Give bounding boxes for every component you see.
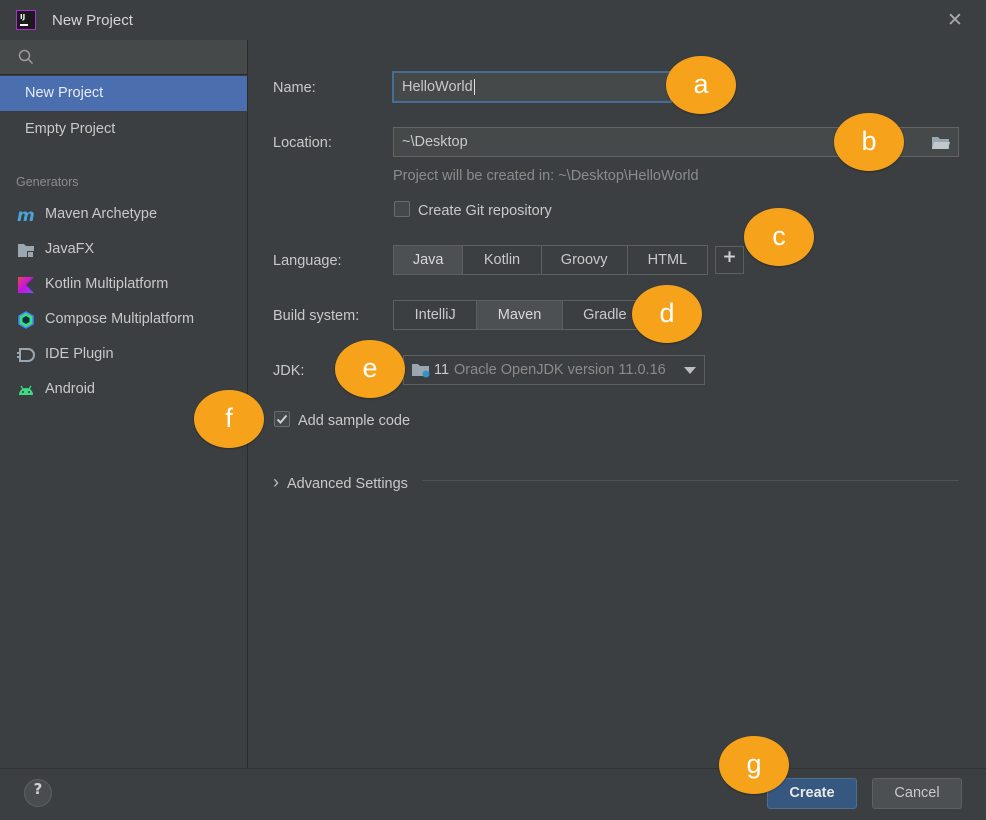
advanced-settings-toggle[interactable]: › Advanced Settings [273,472,408,493]
advanced-settings-label: Advanced Settings [287,476,408,492]
sidebar-item-label: Empty Project [25,121,116,137]
generator-kotlin-multiplatform[interactable]: Kotlin Multiplatform [0,267,247,302]
annotation-marker-f: f [194,390,264,448]
generator-maven-archetype[interactable]: m Maven Archetype [0,197,247,232]
build-option-maven[interactable]: Maven [477,301,563,329]
divider [422,480,959,481]
language-label: Language: [273,253,342,269]
sidebar-item-new-project[interactable]: New Project [0,76,247,111]
annotation-marker-b: b [834,113,904,171]
jdk-label: JDK: [273,363,305,379]
generator-compose-multiplatform[interactable]: Compose Multiplatform [0,302,247,337]
search-input[interactable] [0,40,247,75]
git-checkbox-label[interactable]: Create Git repository [418,203,552,219]
annotation-marker-a: a [666,56,736,114]
generators-header: Generators [16,175,79,189]
sample-code-label[interactable]: Add sample code [298,413,410,429]
maven-icon: m [17,206,35,224]
jdk-description: Oracle OpenJDK version 11.0.16 [454,362,666,378]
annotation-marker-c: c [744,208,814,266]
generator-label: IDE Plugin [45,346,114,362]
jdk-version: 11 [434,362,450,378]
help-button[interactable]: ? [24,779,52,807]
android-icon [19,385,33,395]
search-icon [18,49,34,65]
generator-ide-plugin[interactable]: IDE Plugin [0,337,247,372]
build-option-intellij[interactable]: IntelliJ [394,301,478,329]
checkmark-icon [276,414,288,424]
jdk-folder-icon [412,364,430,378]
name-field[interactable]: HelloWorld [392,71,672,103]
folder-icon[interactable] [932,136,950,150]
sidebar-item-empty-project[interactable]: Empty Project [0,112,247,147]
sample-code-checkbox[interactable] [274,411,290,427]
git-checkbox[interactable] [394,201,410,217]
language-option-kotlin[interactable]: Kotlin [463,246,542,274]
generator-label: Maven Archetype [45,206,158,222]
add-language-button[interactable]: + [715,246,744,274]
name-value: HelloWorld [402,79,473,95]
chevron-down-icon [684,367,696,374]
annotation-marker-d: d [632,285,702,343]
language-selector: Java Kotlin Groovy HTML [393,245,708,275]
compose-icon [18,311,34,329]
language-option-groovy[interactable]: Groovy [542,246,628,274]
language-option-html[interactable]: HTML [628,246,707,274]
title-bar: IJ New Project ✕ [0,0,986,41]
name-label: Name: [273,80,316,96]
generator-label: Kotlin Multiplatform [45,276,169,292]
intellij-icon: IJ [16,10,36,30]
svg-text:m: m [17,206,35,224]
build-system-selector: IntelliJ Maven Gradle [393,300,648,330]
text-caret [473,79,475,96]
annotation-marker-g: g [719,736,789,794]
location-hint: Project will be created in: ~\Desktop\He… [393,168,699,184]
annotation-marker-e: e [335,340,405,398]
generator-label: Android [45,381,95,397]
location-label: Location: [273,135,332,151]
language-option-java[interactable]: Java [394,246,464,274]
generator-javafx[interactable]: JavaFX [0,232,247,267]
generator-label: JavaFX [45,241,95,257]
jdk-dropdown[interactable]: 11 Oracle OpenJDK version 11.0.16 [403,355,705,385]
sidebar-item-label: New Project [25,85,104,101]
javafx-icon [18,244,34,258]
build-system-label: Build system: [273,308,360,324]
location-value: ~\Desktop [402,134,468,150]
close-icon[interactable]: ✕ [944,9,966,31]
kotlin-icon [18,277,34,293]
plugin-icon [17,348,35,362]
generator-label: Compose Multiplatform [45,311,195,327]
chevron-right-icon: › [273,472,279,492]
window-title: New Project [52,12,133,29]
cancel-button[interactable]: Cancel [872,778,962,809]
